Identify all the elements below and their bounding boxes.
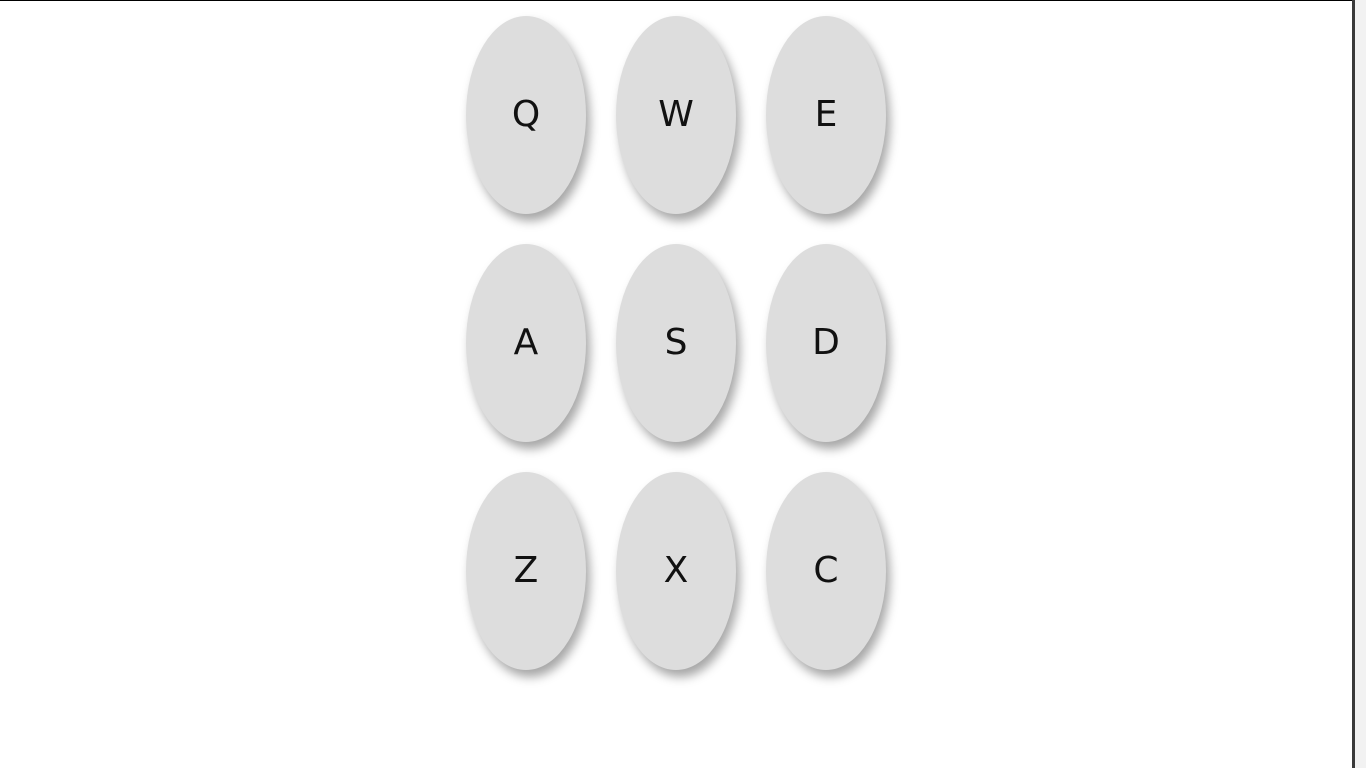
key-w[interactable]: W (616, 16, 736, 214)
vertical-scrollbar[interactable] (1352, 0, 1366, 768)
key-d[interactable]: D (766, 244, 886, 442)
key-d-label: D (812, 322, 840, 363)
key-q[interactable]: Q (466, 16, 586, 214)
key-x-label: X (663, 550, 689, 591)
key-s-label: S (664, 322, 688, 363)
key-z-label: Z (513, 550, 539, 591)
key-q-label: Q (511, 94, 541, 135)
key-z[interactable]: Z (466, 472, 586, 670)
key-c-label: C (813, 550, 839, 591)
key-c[interactable]: C (766, 472, 886, 670)
key-a[interactable]: A (466, 244, 586, 442)
key-x[interactable]: X (616, 472, 736, 670)
letter-keypad: Q W E A S D Z X C (466, 16, 888, 672)
key-e-label: E (814, 94, 838, 135)
key-e[interactable]: E (766, 16, 886, 214)
scrollbar-edge (1352, 0, 1355, 768)
key-a-label: A (513, 322, 539, 363)
top-border-line (0, 0, 1366, 1)
key-w-label: W (658, 94, 694, 135)
key-s[interactable]: S (616, 244, 736, 442)
